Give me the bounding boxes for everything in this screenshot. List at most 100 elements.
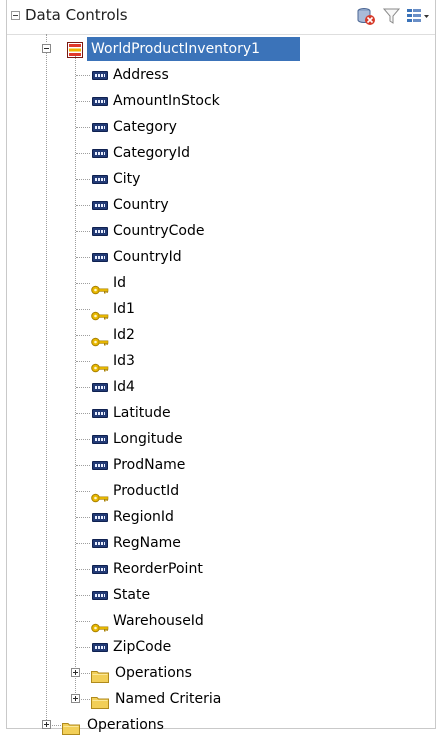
attribute-label: AmountInStock (113, 93, 220, 109)
tree-attribute-row[interactable]: Id1 (7, 296, 427, 322)
attribute-label: Id (113, 275, 127, 291)
tree-guide-line (76, 335, 90, 336)
expand-icon[interactable] (71, 694, 80, 703)
attribute-icon (92, 643, 108, 652)
tree-attribute-row[interactable]: Country (7, 192, 427, 218)
tree-attribute-row[interactable]: ZipCode (7, 634, 427, 660)
tree-attribute-row[interactable]: City (7, 166, 427, 192)
tree-attribute-row[interactable]: WarehouseId (7, 608, 427, 634)
tree-guide-line (76, 309, 90, 310)
tree-attribute-row[interactable]: ReorderPoint (7, 556, 427, 582)
tree-node-label-selected[interactable]: WorldProductInventory1 (87, 37, 300, 61)
attribute-label: State (113, 587, 151, 603)
expand-icon[interactable] (42, 720, 51, 729)
tree-folder-row[interactable]: Named Criteria (7, 686, 427, 712)
folder-icon (62, 718, 80, 744)
tree-attribute-row[interactable]: Id2 (7, 322, 427, 348)
tree-guide-line (76, 205, 90, 206)
attribute-label: Id1 (113, 301, 135, 317)
attribute-label: ReorderPoint (113, 561, 203, 577)
tree-attribute-row[interactable]: Id3 (7, 348, 427, 374)
panel-header: Data Controls (7, 0, 435, 35)
attribute-icon (92, 461, 108, 470)
tree-guide-line (76, 439, 90, 440)
tree-node-root[interactable]: WorldProductInventory1 (7, 36, 427, 62)
folder-label: Operations (87, 717, 164, 733)
attribute-label: RegionId (113, 509, 174, 525)
attribute-label: Id2 (113, 327, 135, 343)
attribute-icon (92, 227, 108, 236)
tree-guide-line (76, 127, 90, 128)
tree-node-label: WorldProductInventory1 (91, 41, 261, 57)
folder-label: Operations (115, 665, 192, 681)
attribute-icon (92, 435, 108, 444)
tree-attribute-row[interactable]: CountryCode (7, 218, 427, 244)
tree-guide-line (76, 569, 90, 570)
tree-attribute-row[interactable]: ProductId (7, 478, 427, 504)
attribute-icon (92, 149, 108, 158)
tree-attribute-row[interactable]: State (7, 582, 427, 608)
options-menu-icon[interactable] (405, 5, 431, 27)
filter-icon[interactable] (381, 5, 403, 27)
tree-attribute-row[interactable]: CountryId (7, 244, 427, 270)
attribute-icon (92, 591, 108, 600)
tree-guide-line (76, 231, 90, 232)
tree-guide-line (76, 75, 90, 76)
tree-guide-line (76, 647, 90, 648)
tree-guide-line (76, 101, 90, 102)
attribute-label: Longitude (113, 431, 183, 447)
attribute-icon (92, 97, 108, 106)
data-controls-panel: Data Controls WorldProductInventory1 Add… (6, 0, 436, 735)
expand-icon[interactable] (71, 668, 80, 677)
folder-label: Named Criteria (115, 691, 222, 707)
attribute-label: City (113, 171, 141, 187)
attribute-label: ZipCode (113, 639, 172, 655)
tree-guide-line (76, 387, 90, 388)
attribute-label: CategoryId (113, 145, 190, 161)
attribute-label: WarehouseId (113, 613, 204, 629)
header-toolbar (355, 5, 429, 27)
attribute-icon (92, 565, 108, 574)
collapse-panel-button[interactable] (11, 11, 20, 20)
attribute-label: Address (113, 67, 169, 83)
attribute-label: Id3 (113, 353, 135, 369)
attribute-label: CountryCode (113, 223, 205, 239)
attribute-icon (92, 253, 108, 262)
tree-attribute-row[interactable]: Longitude (7, 426, 427, 452)
attribute-icon (92, 175, 108, 184)
tree-attribute-row[interactable]: Address (7, 62, 427, 88)
attribute-icon (92, 513, 108, 522)
tree-guide-line (76, 179, 90, 180)
attribute-icon (92, 539, 108, 548)
tree-folder-row[interactable]: Operations (7, 712, 427, 738)
tree-attribute-row[interactable]: ProdName (7, 452, 427, 478)
tree-attribute-row[interactable]: CategoryId (7, 140, 427, 166)
tree-attribute-row[interactable]: Category (7, 114, 427, 140)
tree-guide-line (76, 491, 90, 492)
delete-icon[interactable] (355, 5, 377, 27)
tree-attribute-row[interactable]: RegionId (7, 504, 427, 530)
attribute-label: CountryId (113, 249, 182, 265)
tree-guide-line (76, 621, 90, 622)
attribute-label: Id4 (113, 379, 135, 395)
tree-guide-line (76, 257, 90, 258)
tree-attribute-row[interactable]: Id4 (7, 374, 427, 400)
collapse-icon[interactable] (42, 44, 51, 53)
tree-guide-line (76, 361, 90, 362)
attribute-label: Category (113, 119, 177, 135)
tree-guide-line (76, 153, 90, 154)
tree-attribute-row[interactable]: Id (7, 270, 427, 296)
attribute-icon (92, 383, 108, 392)
attribute-label: RegName (113, 535, 181, 551)
tree-attribute-row[interactable]: Latitude (7, 400, 427, 426)
tree-guide-line (76, 595, 90, 596)
tree-folder-row[interactable]: Operations (7, 660, 427, 686)
panel-title: Data Controls (25, 6, 128, 24)
tree-guide-line (76, 283, 90, 284)
tree-guide-line (76, 413, 90, 414)
attribute-icon (92, 123, 108, 132)
attribute-icon (92, 409, 108, 418)
tree-attribute-row[interactable]: RegName (7, 530, 427, 556)
attribute-label: Latitude (113, 405, 171, 421)
tree-attribute-row[interactable]: AmountInStock (7, 88, 427, 114)
